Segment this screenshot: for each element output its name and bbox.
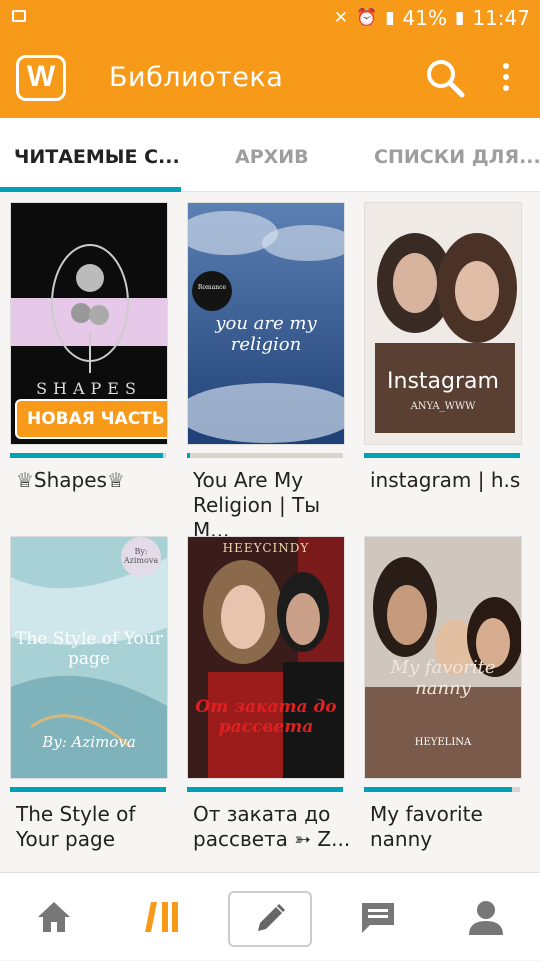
home-icon	[38, 902, 70, 932]
cover-title: you are my religion	[215, 313, 317, 355]
story-cover[interactable]: Instagram ANYA_WWW	[364, 202, 522, 445]
story-title[interactable]: instagram | h.s	[370, 468, 530, 493]
cover-title: My favorite nanny	[390, 657, 496, 699]
write-icon	[258, 903, 286, 931]
story-title[interactable]: The Style of Your page	[16, 802, 176, 852]
page-title: Библиотека	[109, 62, 284, 93]
more-options-button[interactable]	[494, 60, 518, 96]
status-icons: ✕ ⏰ ▮ 41% ▮ 11:47	[334, 6, 530, 30]
story-cover[interactable]: HEEYCINDY От заката до рассвета	[187, 536, 345, 779]
reading-progress	[364, 453, 520, 458]
cover-badge: By: Azimova	[123, 547, 159, 565]
story-cover[interactable]: Romance you are my religion	[187, 202, 345, 445]
nav-home-button[interactable]	[0, 873, 108, 961]
nav-write-button[interactable]	[228, 891, 312, 947]
cover-author: By: Azimova	[42, 733, 136, 751]
bottom-navigation	[0, 872, 540, 960]
more-vert-icon	[503, 63, 509, 69]
tab-reading-lists[interactable]: СПИСКИ ДЛЯ...	[374, 118, 540, 192]
story-title[interactable]: My favorite nanny	[370, 802, 530, 852]
search-button[interactable]	[423, 56, 467, 100]
cover-author: ANYA_WWW	[410, 401, 476, 412]
profile-icon	[469, 901, 503, 935]
cover-title: Instagram	[387, 369, 499, 394]
story-title[interactable]: От заката до рассвета ➳ Z...	[193, 802, 353, 852]
status-bar: ✕ ⏰ ▮ 41% ▮ 11:47	[0, 0, 540, 38]
cover-title: От заката до рассвета	[195, 697, 337, 737]
reading-progress	[10, 787, 166, 792]
battery-percent: 41%	[402, 6, 447, 30]
story-grid: SHAPES НОВАЯ ЧАСТЬ ♕Shapes♕ Romance you …	[0, 192, 540, 870]
nav-library-button[interactable]	[108, 873, 216, 961]
cover-title: SHAPES	[36, 379, 142, 398]
app-bar: W Библиотека	[0, 38, 540, 118]
reading-progress	[10, 453, 166, 458]
mute-icon: ✕	[333, 8, 349, 28]
tab-current-reads[interactable]: ЧИТАЕМЫЕ С...	[14, 118, 180, 192]
story-cover[interactable]: My favorite nanny HEYELINA	[364, 536, 522, 779]
reading-progress	[187, 453, 343, 458]
wattpad-logo[interactable]: W	[16, 55, 66, 101]
story-title[interactable]: You Are My Religion | Ты М...	[193, 468, 353, 543]
nav-messages-button[interactable]	[324, 873, 432, 961]
messages-icon	[362, 903, 394, 933]
nav-profile-button[interactable]	[432, 873, 540, 961]
cover-author: HEEYCINDY	[222, 541, 310, 555]
cover-badge: Romance	[197, 284, 227, 291]
reading-progress	[187, 787, 343, 792]
reading-progress	[364, 787, 520, 792]
signal-icon: ▮	[385, 8, 395, 28]
tab-archive[interactable]: АРХИВ	[235, 118, 309, 192]
image-notification-icon	[12, 10, 26, 22]
cover-title: The Style of Your page	[15, 629, 163, 669]
library-icon	[145, 902, 178, 932]
search-icon	[427, 60, 465, 98]
story-cover[interactable]: By: Azimova The Style of Your page By: A…	[10, 536, 168, 779]
cover-author: HEYELINA	[414, 737, 472, 748]
story-cover[interactable]: SHAPES НОВАЯ ЧАСТЬ	[10, 202, 168, 445]
new-part-badge: НОВАЯ ЧАСТЬ	[15, 399, 167, 439]
alarm-icon: ⏰	[356, 8, 378, 28]
battery-icon: ▮	[455, 8, 465, 28]
story-title[interactable]: ♕Shapes♕	[16, 468, 176, 493]
library-tabs: ЧИТАЕМЫЕ С... АРХИВ СПИСКИ ДЛЯ...	[0, 118, 540, 192]
clock: 11:47	[472, 6, 530, 30]
